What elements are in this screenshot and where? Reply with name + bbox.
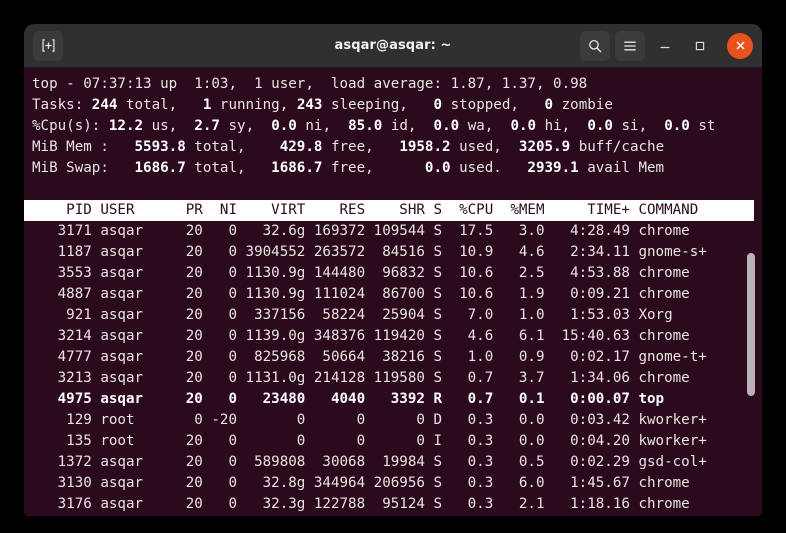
table-row[interactable]: 3176 asqar 20 0 32.3g 122788 95124 S 0.3… (32, 494, 762, 515)
top-summary-line-mem: MiB Mem : 5593.8 total, 429.8 free, 1958… (32, 139, 665, 155)
top-summary-line-tasks: Tasks: 244 total, 1 running, 243 sleepin… (32, 97, 613, 113)
table-row[interactable]: 4871 root 20 0 0 0 0 I 0.3 0.0 0:00.53 k… (32, 515, 762, 516)
table-row[interactable]: 921 asqar 20 0 337156 58224 25904 S 7.0 … (32, 305, 762, 326)
terminal-window: asqar@asqar: ~ top - 07:37:13 up 1:03, 1… (24, 24, 762, 516)
terminal-scrollbar-track[interactable] (745, 68, 759, 516)
terminal-scrollbar-thumb[interactable] (747, 253, 755, 396)
table-row[interactable]: 129 root 0 -20 0 0 0 D 0.3 0.0 0:03.42 k… (32, 410, 762, 431)
search-icon (589, 39, 602, 52)
table-row[interactable]: 4887 asqar 20 0 1130.9g 111024 86700 S 1… (32, 284, 762, 305)
table-row[interactable]: 1187 asqar 20 0 3904552 263572 84516 S 1… (32, 242, 762, 263)
menu-button[interactable] (615, 30, 645, 61)
process-table-header[interactable]: PID USER PR NI VIRT RES SHR S %CPU %MEM … (24, 200, 754, 221)
new-tab-icon (41, 39, 55, 52)
minimize-button[interactable] (650, 31, 680, 61)
table-row[interactable]: 4975 asqar 20 0 23480 4040 3392 R 0.7 0.… (32, 389, 762, 410)
maximize-button[interactable] (685, 31, 715, 61)
table-row[interactable]: 3171 asqar 20 0 32.6g 169372 109544 S 17… (32, 221, 762, 242)
desktop-background: asqar@asqar: ~ top - 07:37:13 up 1:03, 1… (0, 0, 786, 533)
top-summary-line-uptime: top - 07:37:13 up 1:03, 1 user, load ave… (32, 76, 588, 92)
table-row[interactable]: 3214 asqar 20 0 1139.0g 348376 119420 S … (32, 326, 762, 347)
table-row[interactable]: 135 root 20 0 0 0 0 I 0.3 0.0 0:04.20 kw… (32, 431, 762, 452)
close-icon (736, 41, 744, 50)
table-row[interactable]: 4777 asqar 20 0 825968 50664 38216 S 1.0… (32, 347, 762, 368)
search-button[interactable] (580, 30, 610, 61)
process-table-body[interactable]: 3171 asqar 20 0 32.6g 169372 109544 S 17… (32, 221, 762, 516)
table-row[interactable]: 3553 asqar 20 0 1130.9g 144480 96832 S 1… (32, 263, 762, 284)
close-button[interactable] (727, 32, 753, 59)
maximize-icon (695, 41, 705, 50)
minimize-icon (660, 46, 670, 48)
table-row[interactable]: 3213 asqar 20 0 1131.0g 214128 119580 S … (32, 368, 762, 389)
top-summary-line-swap: MiB Swap: 1686.7 total, 1686.7 free, 0.0… (32, 160, 665, 176)
terminal-content[interactable]: top - 07:37:13 up 1:03, 1 user, load ave… (24, 68, 762, 516)
top-summary-line-cpu: %Cpu(s): 12.2 us, 2.7 sy, 0.0 ni, 85.0 i… (32, 118, 716, 134)
window-titlebar[interactable]: asqar@asqar: ~ (24, 24, 762, 68)
hamburger-menu-icon (624, 41, 636, 50)
table-row[interactable]: 3130 asqar 20 0 32.8g 344964 206956 S 0.… (32, 473, 762, 494)
new-tab-button[interactable] (33, 30, 63, 61)
table-row[interactable]: 1372 asqar 20 0 589808 30068 19984 S 0.3… (32, 452, 762, 473)
